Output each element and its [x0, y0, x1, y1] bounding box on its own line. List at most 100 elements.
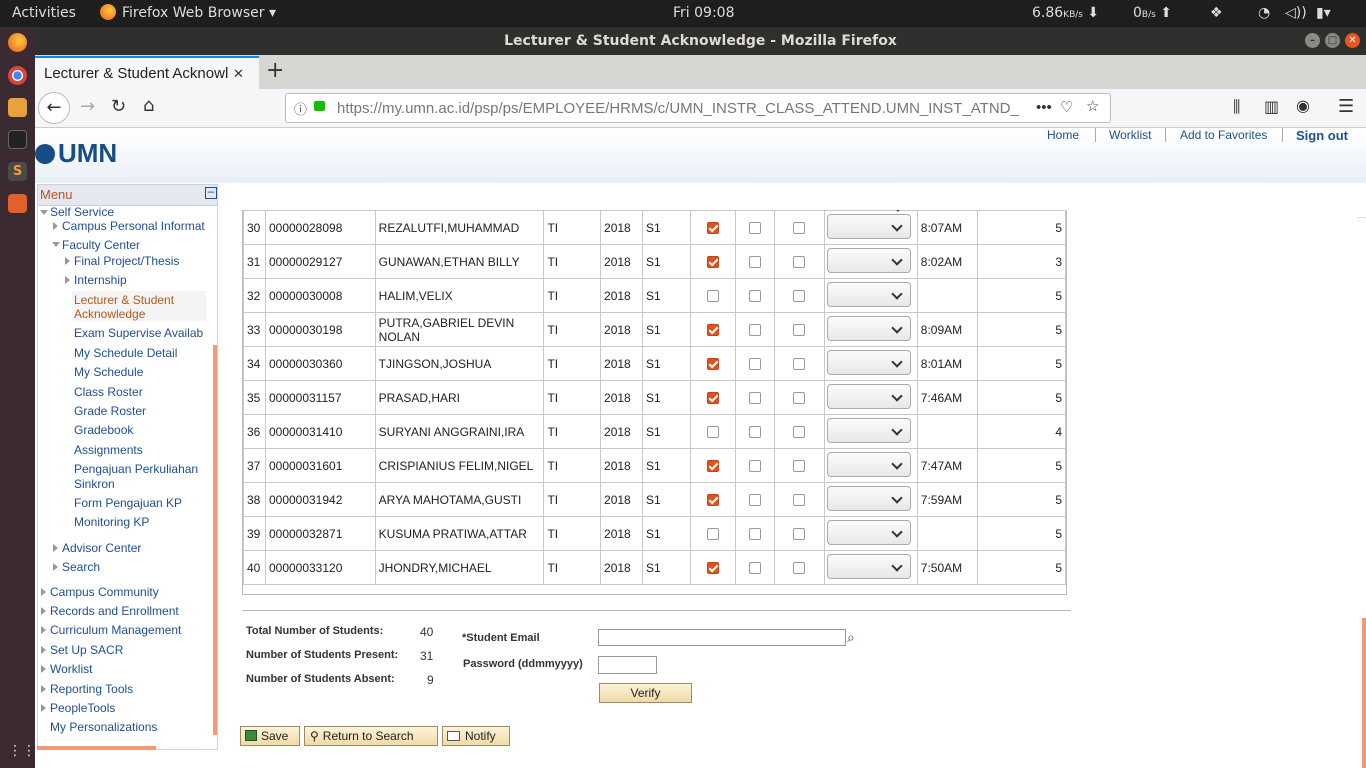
verify-button[interactable]: Verify	[599, 683, 692, 703]
collapsed-arrow-icon[interactable]	[53, 222, 58, 230]
collapsed-arrow-icon[interactable]	[41, 665, 46, 673]
present-checkbox[interactable]	[707, 426, 720, 439]
hamburger-menu-icon[interactable]: ☰	[1338, 96, 1354, 117]
late-checkbox[interactable]	[749, 528, 762, 541]
files-dock-icon[interactable]	[8, 98, 27, 117]
forward-icon[interactable]: →	[80, 96, 95, 117]
expanded-arrow-icon[interactable]	[40, 210, 48, 215]
sidebar-icon[interactable]: ▥	[1264, 97, 1279, 116]
menu-horizontal-scrollbar[interactable]	[37, 746, 156, 750]
collapsed-arrow-icon[interactable]	[41, 607, 46, 615]
collapsed-arrow-icon[interactable]	[53, 563, 58, 571]
collapsed-arrow-icon[interactable]	[65, 257, 70, 265]
sign-out-link[interactable]: Sign out	[1296, 128, 1348, 143]
collapsed-arrow-icon[interactable]	[41, 646, 46, 654]
present-checkbox[interactable]	[707, 528, 720, 541]
excused-checkbox[interactable]	[793, 426, 806, 439]
page-scrollbar[interactable]	[1362, 618, 1366, 768]
document-dock-icon[interactable]	[8, 194, 27, 213]
worklist-link[interactable]: Worklist	[1109, 128, 1151, 142]
search-icon[interactable]: ⌕	[847, 629, 855, 646]
url-text[interactable]: https://my.umn.ac.id/psp/ps/EMPLOYEE/HRM…	[337, 100, 1019, 117]
menu-advisor-center[interactable]: Advisor Center	[62, 541, 141, 555]
account-icon[interactable]: ◉	[1296, 96, 1310, 115]
menu-pengajuan-perkuliahan[interactable]: Pengajuan Perkuliahan	[74, 462, 198, 476]
back-icon[interactable]: ←	[38, 92, 70, 124]
status-dropdown[interactable]	[826, 281, 911, 307]
collapsed-arrow-icon[interactable]	[53, 544, 58, 552]
volume-icon[interactable]: ◁))	[1285, 5, 1307, 21]
excused-checkbox[interactable]	[793, 562, 806, 575]
late-checkbox[interactable]	[749, 494, 762, 507]
menu-grade-roster[interactable]: Grade Roster	[74, 404, 146, 418]
menu-curriculum-management[interactable]: Curriculum Management	[50, 623, 181, 637]
status-dropdown[interactable]	[826, 349, 911, 375]
late-checkbox[interactable]	[749, 460, 762, 473]
info-icon[interactable]: ⓘ	[294, 99, 307, 118]
library-icon[interactable]: ⫼	[1233, 97, 1240, 117]
collapse-menu-icon[interactable]: –	[205, 185, 217, 199]
bookmark-star-icon[interactable]: ☆	[1086, 97, 1099, 115]
menu-search[interactable]: Search	[62, 560, 100, 574]
status-dropdown[interactable]	[826, 417, 911, 443]
menu-reporting-tools[interactable]: Reporting Tools	[50, 682, 133, 696]
late-checkbox[interactable]	[749, 426, 762, 439]
pocket-icon[interactable]: ♡	[1060, 98, 1073, 116]
umn-logo[interactable]: UMN	[35, 138, 117, 169]
menu-lecturer-student-ack-line2[interactable]: Acknowledge	[74, 307, 145, 321]
wifi-icon[interactable]: ◔	[1258, 5, 1270, 21]
present-checkbox[interactable]	[707, 256, 720, 269]
present-checkbox[interactable]	[707, 460, 720, 473]
menu-campus-community[interactable]: Campus Community	[50, 585, 159, 599]
late-checkbox[interactable]	[749, 222, 762, 235]
status-dropdown[interactable]	[826, 213, 911, 239]
present-checkbox[interactable]	[707, 494, 720, 507]
menu-final-project[interactable]: Final Project/Thesis	[74, 254, 179, 268]
excused-checkbox[interactable]	[793, 324, 806, 337]
status-dropdown[interactable]	[826, 553, 911, 579]
reload-icon[interactable]: ↻	[111, 96, 126, 117]
dropbox-icon[interactable]: ❖	[1210, 5, 1223, 21]
notify-button[interactable]: Notify	[442, 726, 510, 746]
excused-checkbox[interactable]	[793, 290, 806, 303]
return-to-search-button[interactable]: ⚲ Return to Search	[304, 726, 438, 746]
battery-icon[interactable]: ▮▾	[1316, 5, 1331, 21]
menu-records-enrollment[interactable]: Records and Enrollment	[50, 604, 179, 618]
present-checkbox[interactable]	[707, 562, 720, 575]
collapsed-arrow-icon[interactable]	[41, 704, 46, 712]
expanded-arrow-icon[interactable]	[52, 242, 60, 247]
menu-form-pengajuan-kp[interactable]: Form Pengajuan KP	[74, 496, 182, 510]
menu-my-personalizations[interactable]: My Personalizations	[50, 720, 157, 734]
terminal-dock-icon[interactable]	[8, 130, 27, 149]
menu-lecturer-student-ack[interactable]: Lecturer & Student	[74, 293, 174, 307]
menu-pengajuan-perkuliahan-line2[interactable]: Sinkron	[74, 477, 115, 491]
late-checkbox[interactable]	[749, 256, 762, 269]
collapsed-arrow-icon[interactable]	[41, 685, 46, 693]
status-dropdown[interactable]	[826, 485, 911, 511]
status-dropdown[interactable]	[826, 383, 911, 409]
present-checkbox[interactable]	[707, 324, 720, 337]
excused-checkbox[interactable]	[793, 392, 806, 405]
menu-campus-personal-info[interactable]: Campus Personal Informat	[62, 219, 205, 233]
late-checkbox[interactable]	[749, 290, 762, 303]
url-bar[interactable]: ⓘ https://my.umn.ac.id/psp/ps/EMPLOYEE/H…	[285, 93, 1111, 123]
present-checkbox[interactable]	[707, 358, 720, 371]
minimize-icon[interactable]: –	[1305, 33, 1320, 48]
close-window-icon[interactable]: ✕	[1345, 33, 1360, 48]
menu-self-service[interactable]: Self Service	[50, 205, 114, 219]
new-tab-icon[interactable]: +	[266, 58, 284, 83]
collapsed-arrow-icon[interactable]	[41, 626, 46, 634]
excused-checkbox[interactable]	[793, 460, 806, 473]
home-icon[interactable]: ⌂	[143, 95, 154, 116]
menu-class-roster[interactable]: Class Roster	[74, 385, 143, 399]
menu-monitoring-kp[interactable]: Monitoring KP	[74, 515, 149, 529]
app-menu[interactable]: Firefox Web Browser ▾	[122, 5, 276, 21]
lock-icon[interactable]	[314, 101, 325, 111]
menu-faculty-center[interactable]: Faculty Center	[62, 238, 140, 252]
excused-checkbox[interactable]	[793, 256, 806, 269]
maximize-icon[interactable]: □	[1325, 33, 1340, 48]
status-dropdown[interactable]	[826, 451, 911, 477]
password-input[interactable]	[598, 656, 657, 674]
menu-my-schedule-detail[interactable]: My Schedule Detail	[74, 346, 177, 360]
save-button[interactable]: Save	[240, 726, 300, 746]
